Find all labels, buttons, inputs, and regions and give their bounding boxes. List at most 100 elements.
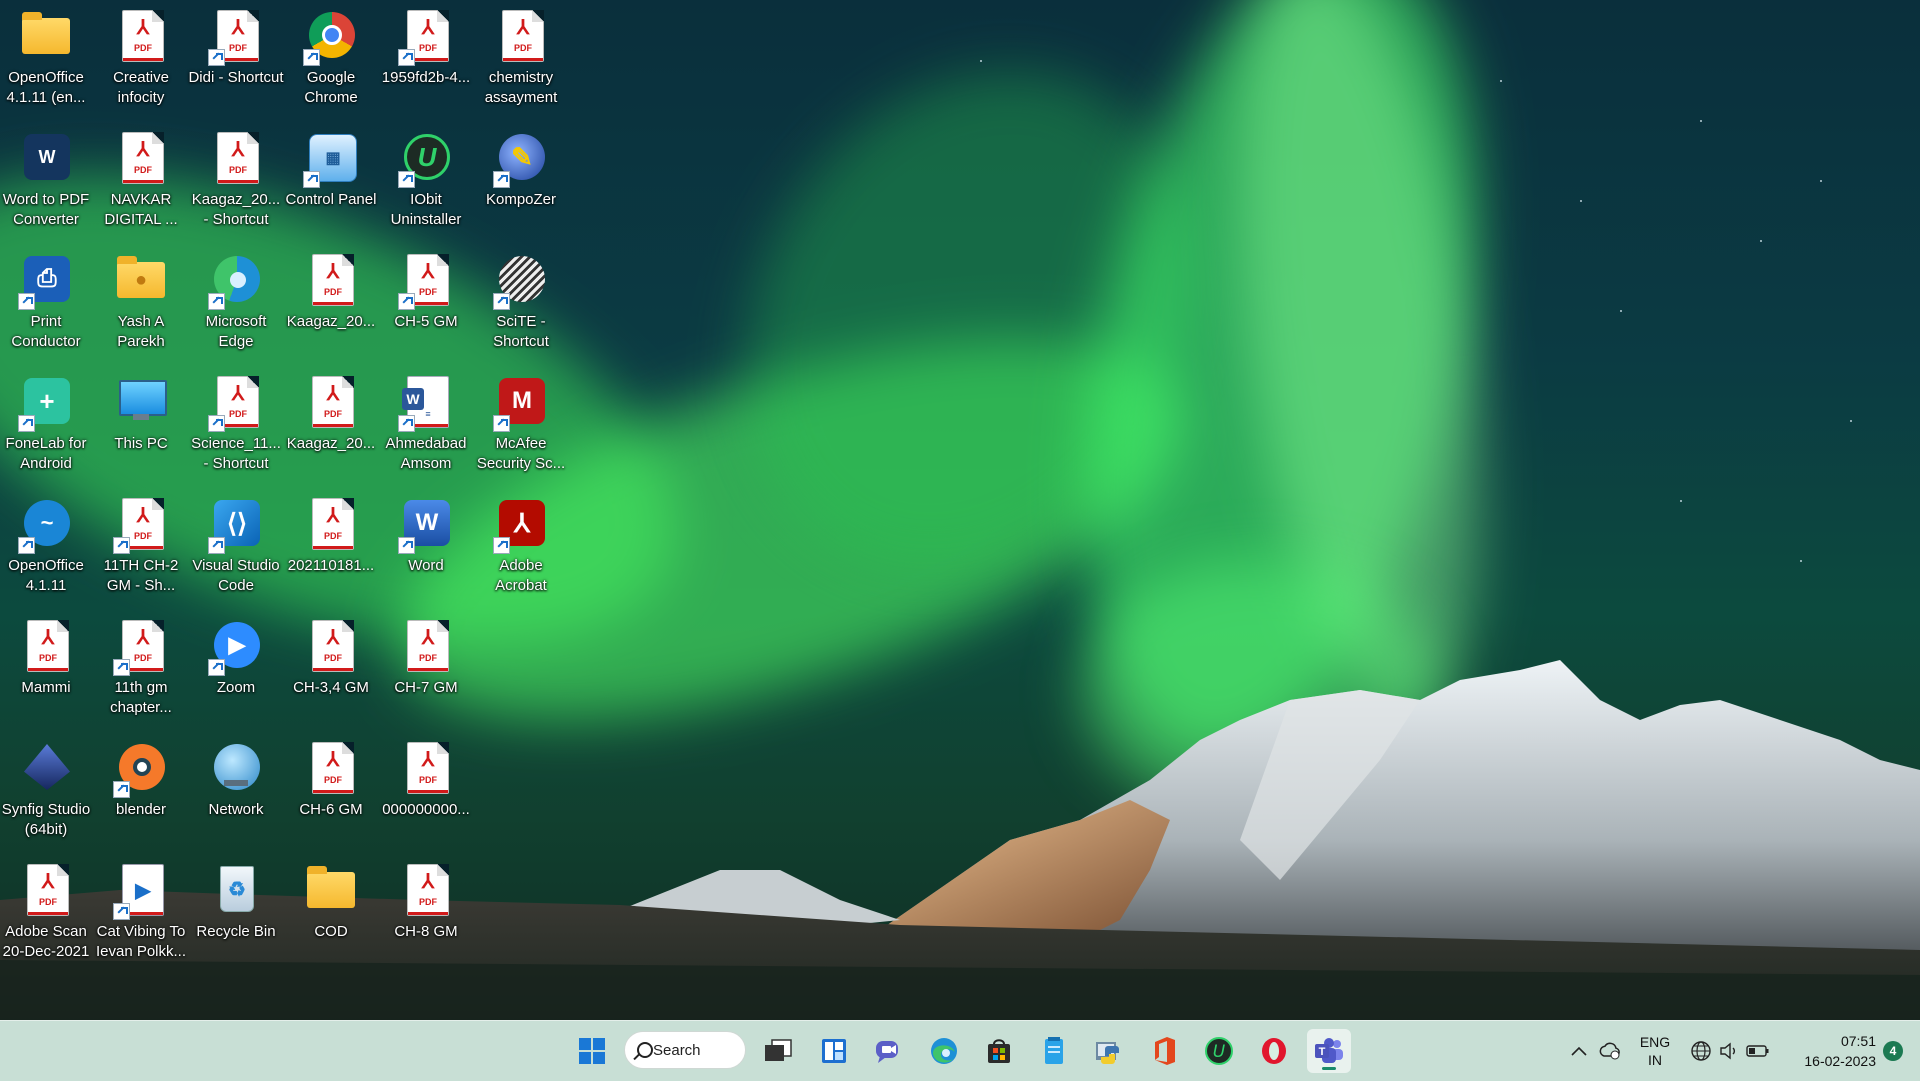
desktop-icon-label: Kaagaz_20... [286,313,376,330]
desktop-icon-label: CH-6 GM [299,801,363,818]
desktop-icon[interactable]: ⅄ PDF Kaagaz_20... - Shortcut [190,122,282,240]
task-view-button[interactable] [756,1029,800,1073]
desktop-icon[interactable]: ⅄ PDF 1959fd2b-4... [380,0,472,118]
desktop-icon[interactable]: M McAfee Security Sc... [475,366,567,484]
desktop-icon[interactable]: blender [95,732,187,850]
desktop-icon[interactable]: Network [190,732,282,850]
desktop-icon[interactable]: ⅄ PDF NAVKAR DIGITAL ... [95,122,187,240]
desktop-icon-label: McAfee Security Sc... [476,435,566,472]
desktop-icon[interactable]: ⅄ PDF Science_11... - Shortcut [190,366,282,484]
office-button[interactable] [1142,1029,1186,1073]
desktop-icon[interactable]: W Word to PDF Converter [0,122,92,240]
desktop-icon[interactable]: ⅄ PDF 202110181... [285,488,377,606]
desktop-icon[interactable]: ⟨⟩ Visual Studio Code [190,488,282,606]
edge-icon [208,252,264,310]
desktop-icon[interactable]: + FoneLab for Android [0,366,92,484]
desktop-icon[interactable]: OpenOffice 4.1.11 (en... [0,0,92,118]
desktop-icon[interactable]: ▶ Cat Vibing To Ievan Polkk... [95,854,187,972]
desktop-icon-label: Cat Vibing To Ievan Polkk... [95,923,187,960]
shortcut-arrow-icon [303,49,320,66]
svg-text:U: U [1213,1042,1226,1062]
desktop-icon[interactable]: ⅄ PDF CH-3,4 GM [285,610,377,728]
desktop-icon[interactable]: ⅄ PDF 000000000... [380,732,472,850]
shortcut-arrow-icon [303,171,320,188]
desktop-icon[interactable]: ⅄ PDF Kaagaz_20... [285,244,377,362]
desktop-icon[interactable]: Synfig Studio (64bit) [0,732,92,850]
widgets-button[interactable] [812,1029,856,1073]
shortcut-arrow-icon [208,659,225,676]
widgets-icon [822,1039,846,1063]
desktop-icon-label: FoneLab for Android [5,435,87,472]
desktop-icon[interactable]: COD [285,854,377,972]
show-hidden-icons-button[interactable] [1566,1029,1592,1073]
desktop-icon[interactable]: ● Yash A Parekh [95,244,187,362]
recycle-bin-icon: ♻ [208,862,264,918]
desktop-icon-label: 202110181... [287,557,375,574]
desktop-icon[interactable]: ⅄ PDF CH-8 GM [380,854,472,972]
desktop-icon[interactable]: ⅄ PDF CH-5 GM [380,244,472,362]
desktop-icon[interactable]: ⅄ Adobe Acrobat [475,488,567,606]
desktop-icon[interactable]: ⅄ PDF Creative infocity [95,0,187,118]
desktop-icon[interactable]: U IObit Uninstaller [380,122,472,240]
desktop-icon[interactable]: ⅄ PDF chemistry assayment [475,0,567,118]
desktop-icon-label: Yash A Parekh [117,313,165,350]
desktop-icon-label: Mammi [21,679,71,696]
desktop-icon[interactable]: W Word [380,488,472,606]
desktop-icon[interactable]: ≡ W Ahmedabad Amsom [380,366,472,484]
teams-button[interactable]: T [1307,1029,1351,1073]
desktop-icon[interactable]: ⎙ Print Conductor [0,244,92,362]
notification-center-button[interactable]: 4 [1878,1029,1908,1073]
desktop-icon-label: NAVKAR DIGITAL ... [104,191,178,228]
desktop-icon-label: Creative infocity [113,69,169,106]
desktop-icon[interactable]: ⅄ PDF Kaagaz_20... [285,366,377,484]
desktop-icon[interactable]: Google Chrome [285,0,377,118]
chat-button[interactable] [867,1029,911,1073]
desktop-icon[interactable]: ⅄ PDF CH-7 GM [380,610,472,728]
onedrive-tray-button[interactable] [1594,1029,1626,1073]
start-button[interactable] [570,1029,614,1073]
desktop-icon-label: Ahmedabad Amsom [385,435,467,472]
desktop-icon[interactable]: ⅄ PDF Mammi [0,610,92,728]
office-icon [1155,1037,1175,1065]
language-indicator[interactable]: ENG IN [1630,1029,1680,1073]
edge-icon [931,1038,957,1064]
quick-settings-button[interactable] [1684,1029,1776,1073]
kompozer-icon: ✎ [493,130,549,188]
store-button[interactable] [977,1029,1021,1073]
desktop-icon-label: KompoZer [485,191,557,208]
desktop-icon[interactable]: ~ OpenOffice 4.1.11 [0,488,92,606]
desktop-icon-label: SciTE - Shortcut [493,313,549,350]
desktop-icon[interactable]: ♻ Recycle Bin [190,854,282,972]
desktop-icon-label: Microsoft Edge [205,313,267,350]
python-icon [1096,1042,1119,1064]
pdf-file-icon: ⅄ PDF [493,8,549,64]
desktop-icon[interactable]: ▦ Control Panel [285,122,377,240]
desktop-icon-label: Word to PDF Converter [2,191,90,228]
desktop-icon[interactable]: ✎ KompoZer [475,122,567,240]
desktop-icon[interactable]: ▶ Zoom [190,610,282,728]
clock[interactable]: 07:51 16-02-2023 [1780,1029,1876,1073]
taskbar-search-box[interactable]: Search [624,1031,746,1069]
desktop-icon-label: Synfig Studio (64bit) [1,801,91,838]
desktop-icon[interactable]: ⅄ PDF Didi - Shortcut [188,0,284,118]
svg-text:T: T [1319,1046,1326,1058]
desktop-icon[interactable]: ⅄ PDF CH-6 GM [285,732,377,850]
shortcut-arrow-icon [208,415,225,432]
python-button[interactable] [1087,1029,1131,1073]
pdf-file-icon: ⅄ PDF [303,374,359,430]
desktop-icon[interactable]: ⅄ PDF Adobe Scan 20-Dec-2021 [0,854,92,972]
language-region: IN [1648,1052,1662,1068]
opera-button[interactable] [1252,1029,1296,1073]
desktop-icon[interactable]: SciTE - Shortcut [475,244,567,362]
iobit-button[interactable]: U [1197,1029,1241,1073]
desktop-icon[interactable]: ⅄ PDF 11th gm chapter... [95,610,187,728]
shortcut-arrow-icon [18,415,35,432]
taskbar-edge-button[interactable] [922,1029,966,1073]
desktop-icon[interactable]: This PC [95,366,187,484]
desktop-icon[interactable]: Microsoft Edge [190,244,282,362]
notepad-button[interactable] [1032,1029,1076,1073]
openoffice-icon: ~ [18,496,74,554]
acrobat-icon: ⅄ [493,496,549,554]
battery-icon [1746,1045,1769,1057]
desktop-icon[interactable]: ⅄ PDF 11TH CH-2 GM - Sh... [95,488,187,606]
